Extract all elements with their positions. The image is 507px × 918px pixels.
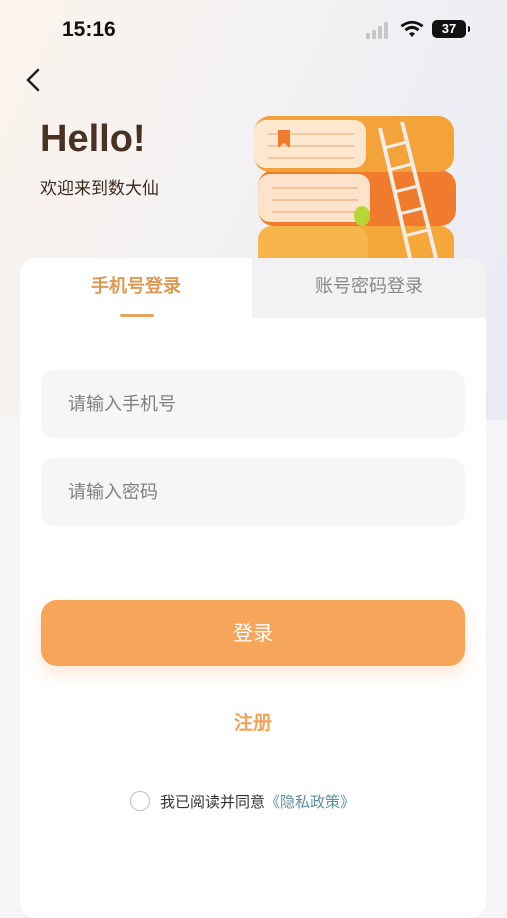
login-button[interactable]: 登录 (41, 600, 465, 666)
status-time: 15:16 (62, 18, 116, 41)
hello-title: Hello! (40, 118, 146, 160)
register-link[interactable]: 注册 (20, 708, 486, 735)
login-card (20, 258, 486, 918)
privacy-policy-link[interactable]: 《隐私政策》 (265, 791, 355, 812)
battery-icon: 37 (432, 20, 470, 38)
wifi-icon (400, 20, 424, 37)
cellular-signal-icon (366, 21, 392, 39)
back-chevron-icon[interactable] (22, 66, 46, 94)
tab-phone-login[interactable]: 手机号登录 (20, 258, 252, 316)
welcome-subtitle: 欢迎来到数大仙 (40, 179, 159, 199)
status-bar: 15:16 37 (0, 0, 507, 60)
password-input[interactable] (41, 458, 465, 526)
phone-input[interactable] (41, 370, 465, 438)
agreement-text: 我已阅读并同意 (160, 792, 266, 811)
tab-account-login[interactable]: 账号密码登录 (252, 258, 486, 316)
active-tab-indicator (120, 314, 154, 317)
books-ladder-illustration (254, 116, 456, 268)
agreement-row: 我已阅读并同意 《隐私政策》 (130, 788, 355, 814)
agreement-checkbox-icon[interactable] (130, 791, 150, 811)
